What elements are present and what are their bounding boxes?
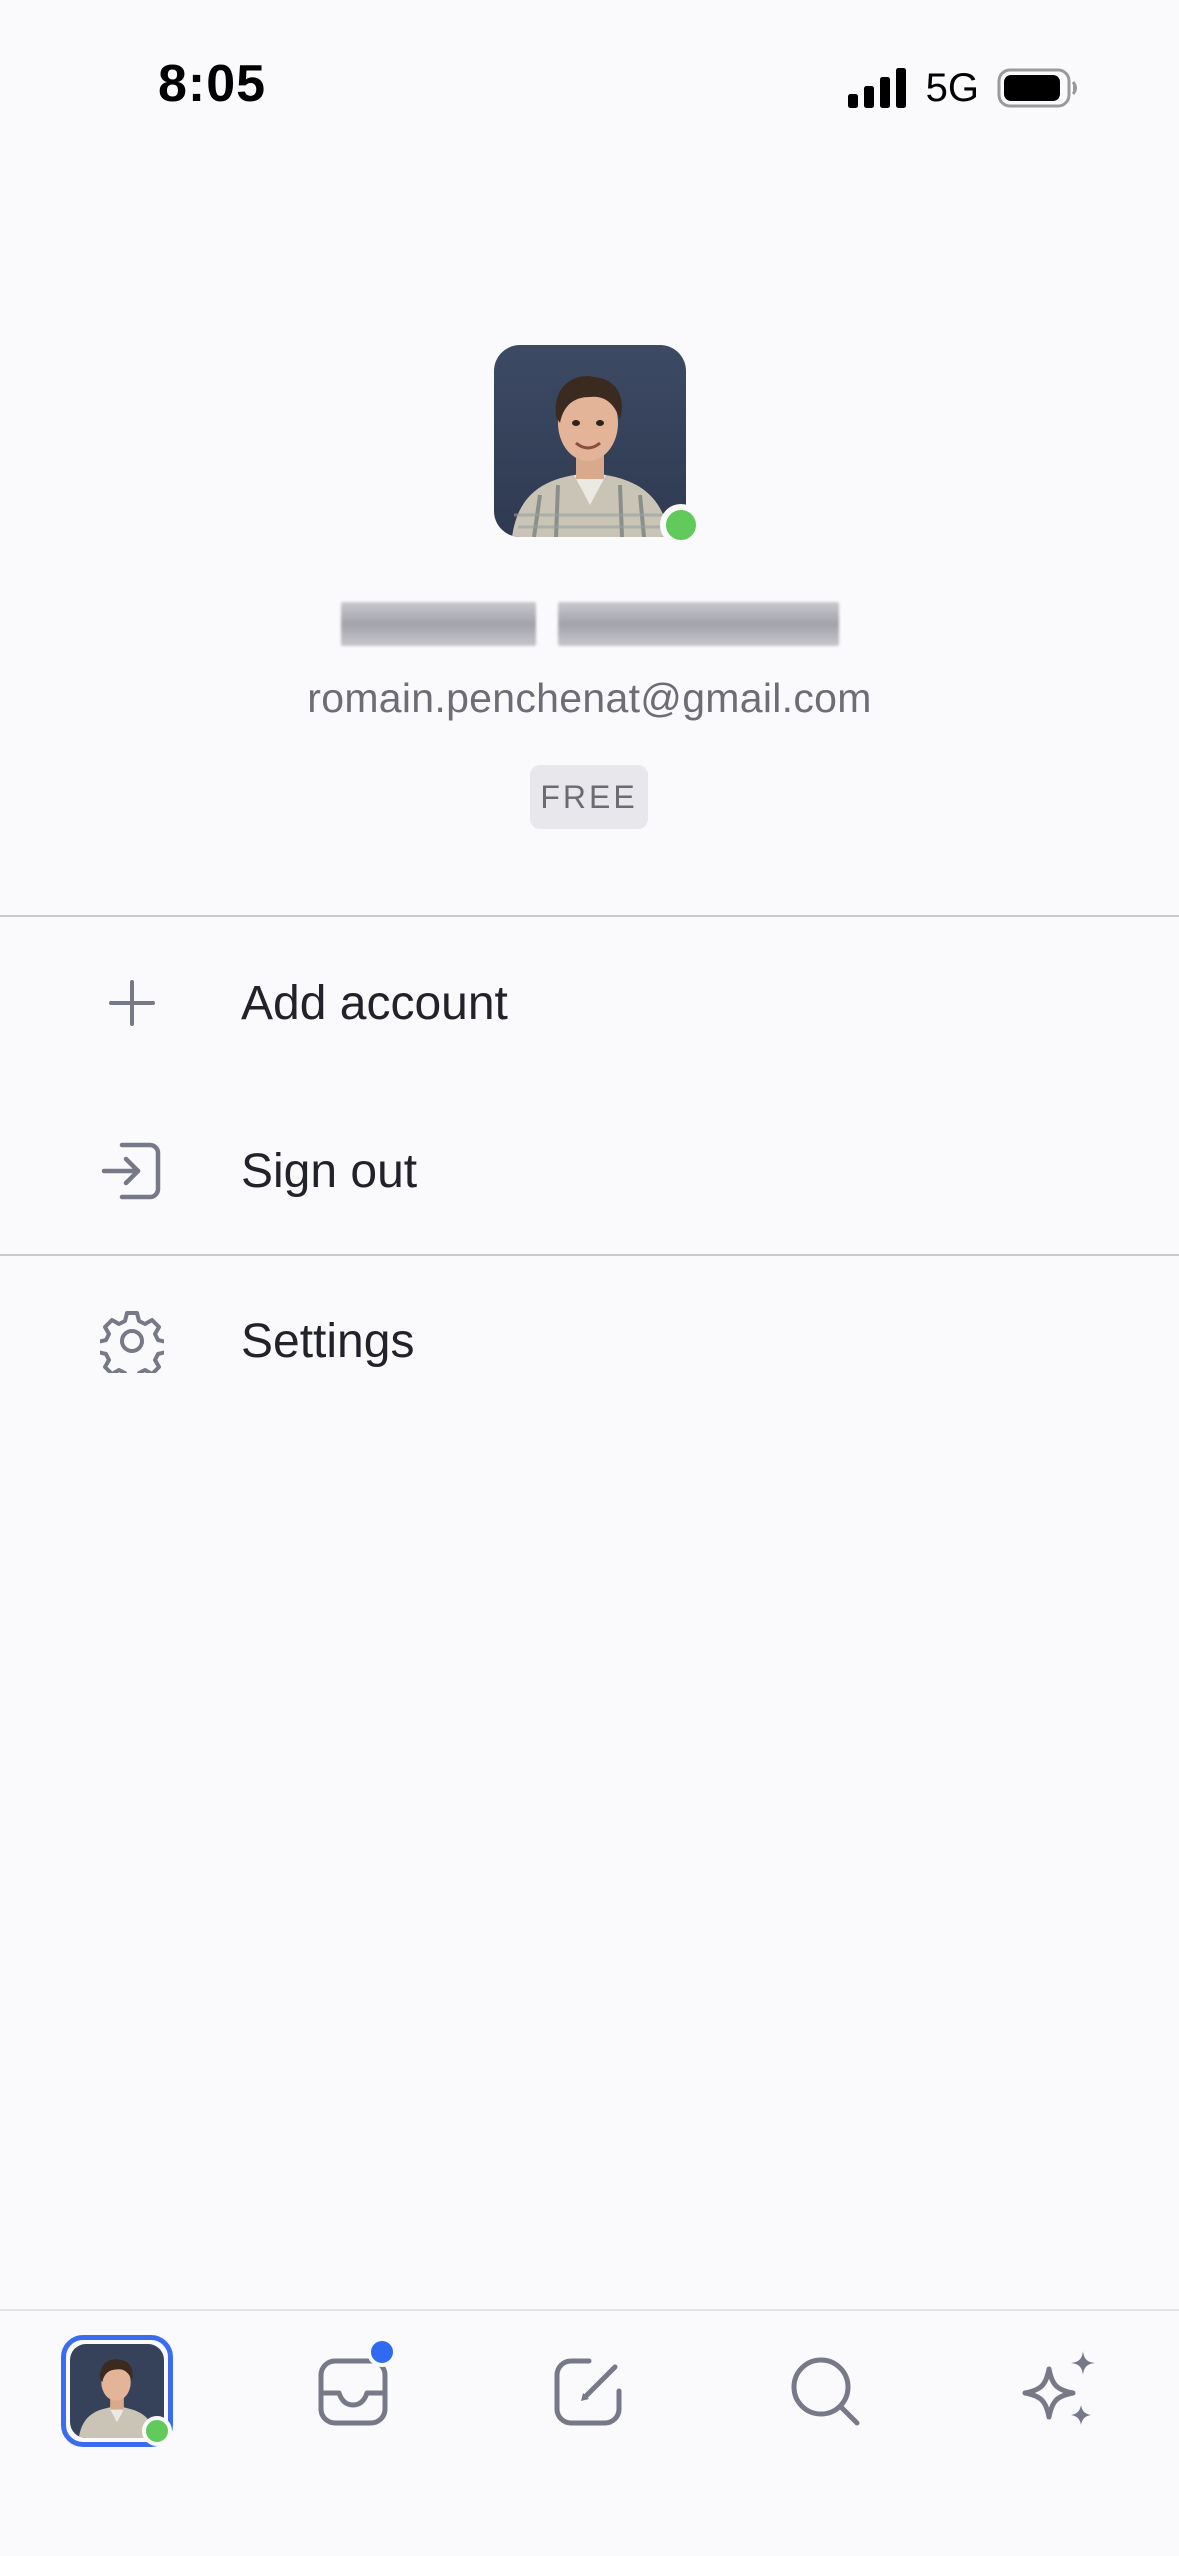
sign-out-button[interactable]: Sign out [0, 1096, 1179, 1246]
tab-account[interactable] [57, 2331, 177, 2451]
tab-compose[interactable] [529, 2331, 649, 2451]
status-time: 8:05 [158, 55, 267, 113]
add-account-label: Add account [241, 976, 508, 1030]
presence-online-dot [660, 504, 702, 546]
compose-icon [554, 2358, 622, 2426]
account-screen: 8:05 5G romain.penchenat@gmail.com FREE … [0, 0, 1179, 2556]
search-icon [791, 2357, 860, 2426]
cellular-signal-icon [847, 68, 906, 108]
settings-button[interactable]: Settings [0, 1266, 1179, 1416]
gear-icon [97, 1306, 167, 1376]
profile-avatar[interactable] [494, 345, 702, 546]
name-redacted-first [341, 602, 536, 646]
tab-inbox[interactable] [293, 2331, 413, 2451]
battery-icon [997, 68, 1077, 108]
divider-top [0, 915, 1179, 917]
account-email: romain.penchenat@gmail.com [307, 675, 872, 721]
plus-icon [97, 968, 167, 1038]
tab-search[interactable] [765, 2331, 885, 2451]
bottom-tab-bar [0, 2309, 1179, 2556]
status-indicators: 5G [847, 64, 1079, 112]
settings-label: Settings [241, 1314, 415, 1368]
divider-bottom [0, 1254, 1179, 1256]
avatar-photo [494, 345, 686, 537]
tab-presence-dot [142, 2416, 172, 2446]
sparkles-ai-icon [1022, 2351, 1095, 2425]
inbox-notification-dot [367, 2337, 397, 2367]
add-account-button[interactable]: Add account [0, 928, 1179, 1078]
tab-ai-assistant[interactable] [1001, 2331, 1121, 2451]
plan-badge: FREE [530, 765, 648, 829]
account-avatar-icon [61, 2335, 173, 2447]
sign-out-icon [97, 1136, 167, 1206]
sign-out-label: Sign out [241, 1144, 418, 1198]
network-type: 5G [925, 65, 979, 110]
name-redacted-last [558, 602, 839, 646]
